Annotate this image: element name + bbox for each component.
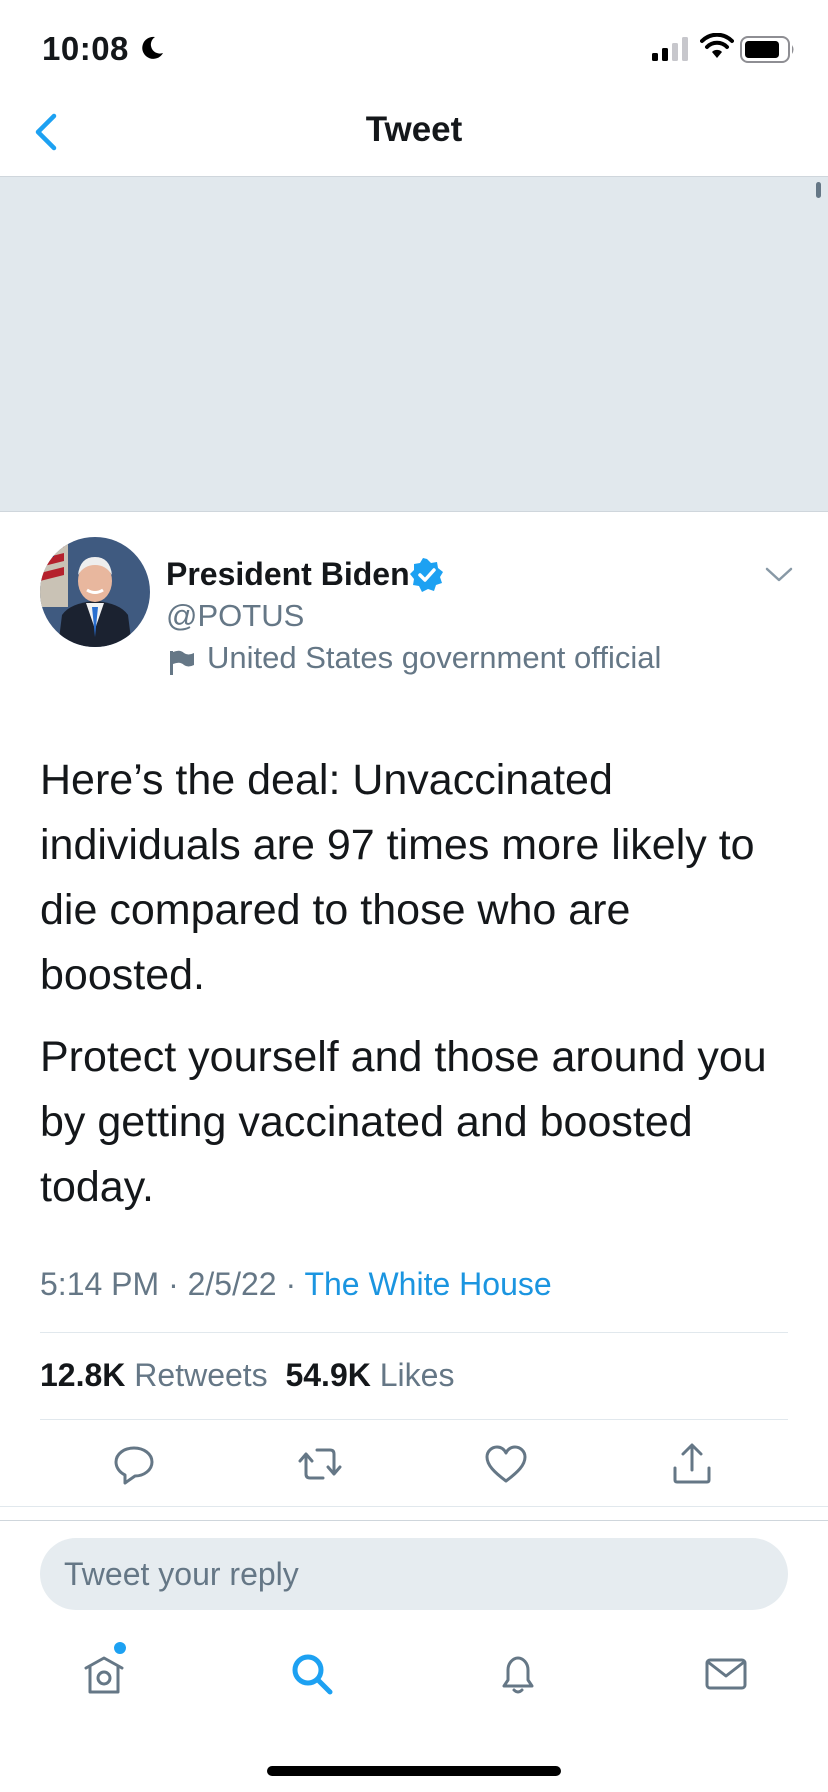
divider [40,1419,788,1420]
wifi-icon [700,33,734,58]
chevron-down-icon[interactable] [762,560,796,588]
meta-separator: · [285,1266,297,1302]
author-handle[interactable]: @POTUS [166,598,304,634]
tweet-time: 5:14 PM [40,1266,160,1302]
likes-label: Likes [379,1357,455,1393]
flag-icon [170,650,194,675]
heart-icon[interactable] [482,1440,530,1488]
tweet-source-link[interactable]: The White House [304,1266,551,1302]
likes-count: 54.9K [285,1357,371,1393]
tweet-media-placeholder[interactable] [0,177,828,512]
notification-dot [114,1642,126,1654]
scrollbar-thumb[interactable] [816,182,821,198]
share-icon[interactable] [668,1440,716,1488]
retweet-icon[interactable] [296,1440,344,1488]
avatar-portrait [40,537,150,647]
retweets-label: Retweets [134,1357,268,1393]
home-indicator[interactable] [267,1766,561,1776]
retweets-count: 12.8K [40,1357,126,1393]
reply-icon[interactable] [110,1440,158,1488]
tweet-date: 2/5/22 [187,1266,277,1302]
reply-input[interactable] [40,1538,788,1610]
divider [40,1332,788,1333]
status-time: 10:08 [42,30,129,67]
likes-stat[interactable]: 54.9K Likes [285,1357,454,1393]
mail-icon[interactable] [702,1650,750,1698]
cellular-signal-icon [652,37,688,61]
home-icon[interactable] [80,1650,128,1698]
tweet-stats: 12.8K Retweets 54.9K Likes [40,1357,454,1394]
moon-icon [142,36,163,59]
search-icon[interactable] [288,1650,336,1698]
government-label: United States government official [207,640,662,675]
tweet-text-paragraph: Protect yourself and those around you by… [40,1033,767,1211]
bell-icon[interactable] [494,1650,542,1698]
meta-separator: · [168,1266,179,1302]
divider [0,1506,828,1507]
verified-badge-icon [410,558,443,592]
battery-icon [740,36,794,63]
author-name[interactable]: President Biden [166,556,410,593]
retweets-stat[interactable]: 12.8K Retweets [40,1357,268,1393]
divider [0,1520,828,1521]
tweet-meta: 5:14 PM · 2/5/22 · The White House [40,1266,552,1303]
tweet-text-paragraph: Here’s the deal: Unvaccinated individual… [40,756,755,999]
avatar[interactable] [40,537,150,647]
page-title: Tweet [365,110,463,149]
